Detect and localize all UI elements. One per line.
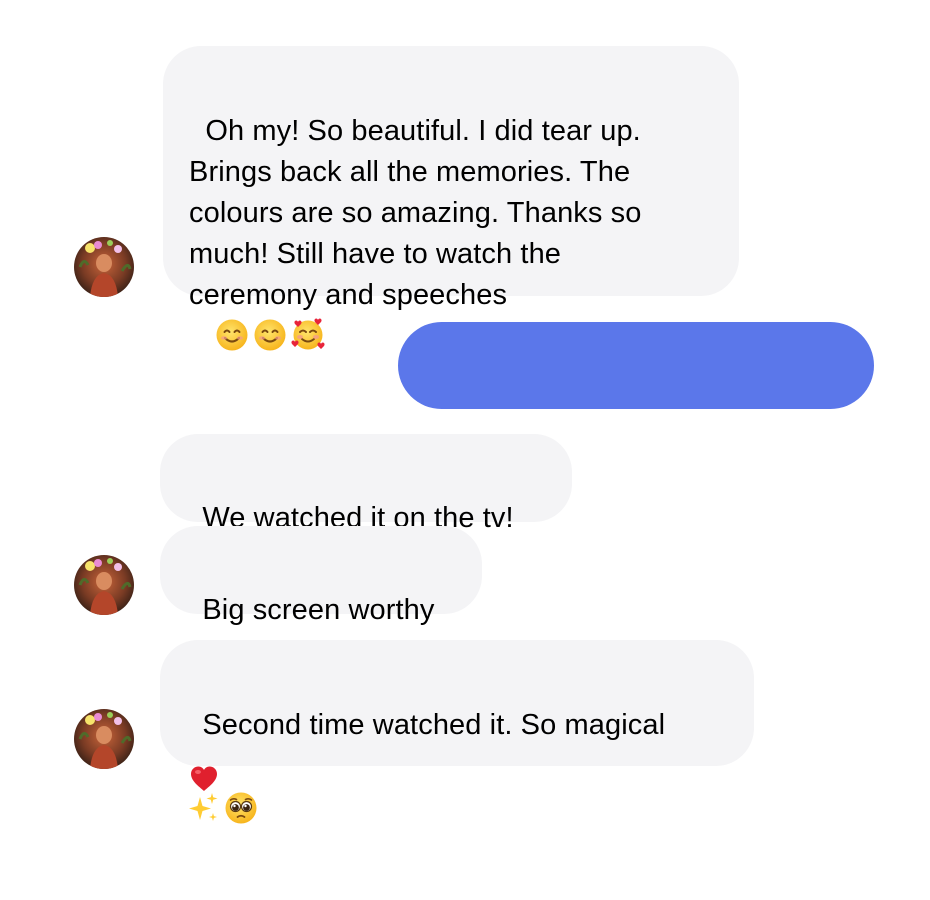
message-text: Second time watched it. So magical [202,709,666,741]
sparkles-icon [186,791,220,825]
outgoing-message-bubble[interactable]: I hope you waited for Greg!!! [398,322,874,467]
smiling-face-icon [215,318,249,352]
emoji-line [186,789,728,830]
contact-avatar[interactable] [74,709,134,769]
smiling-face-with-hearts-icon [291,318,325,352]
smiling-face-icon [253,318,287,352]
incoming-message-bubble[interactable]: We watched it on the tv! [160,434,572,534]
incoming-message-bubble[interactable]: Oh my! So beautiful. I did tear up. Brin… [163,46,739,296]
message-text: Oh my! So beautiful. I did tear up. Brin… [189,115,642,311]
contact-avatar[interactable] [74,237,134,297]
contact-avatar[interactable] [74,555,134,615]
message-text: Big screen worthy [202,594,435,626]
red-heart-icon[interactable] [189,764,219,794]
incoming-message-bubble[interactable]: Big screen worthy [160,526,482,626]
pleading-face-icon [224,791,258,825]
incoming-message-bubble[interactable]: Second time watched it. So magical [160,640,754,766]
